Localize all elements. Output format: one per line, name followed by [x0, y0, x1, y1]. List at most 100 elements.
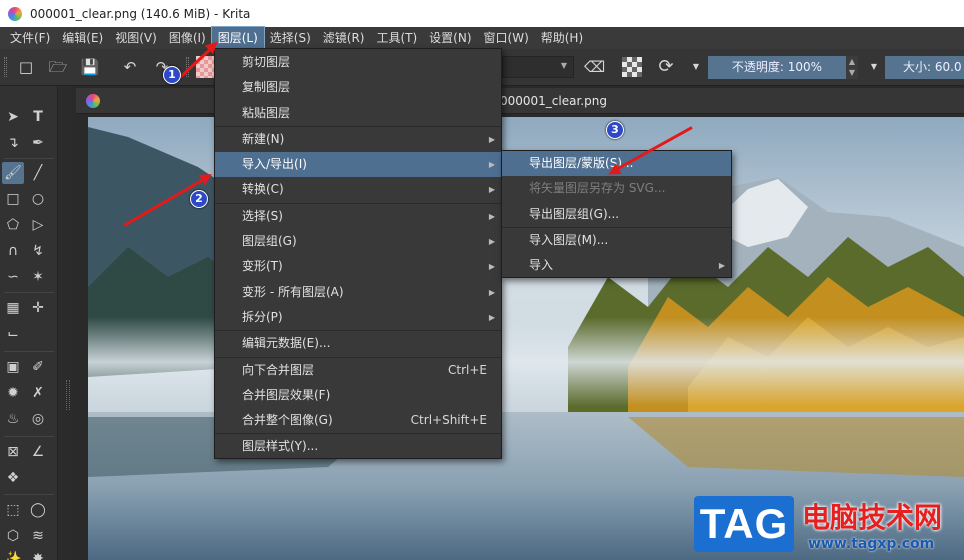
opacity-slider[interactable]: 不透明度: 100%	[708, 56, 846, 79]
submenu-arrow-icon: ▶	[488, 134, 495, 144]
transform-tool-icon[interactable]: ▦	[2, 297, 24, 319]
menu-item-layer-style[interactable]: 图层样式(Y)...	[215, 434, 501, 459]
menu-select[interactable]: 选择(S)	[264, 27, 317, 49]
measure-tool-icon[interactable]: ∠	[27, 441, 49, 463]
ellipse-select-icon[interactable]: ◯	[27, 499, 49, 521]
menu-item-label: 将矢量图层另存为 SVG...	[529, 181, 666, 196]
brush-size-slider[interactable]: 大小: 60.0	[885, 56, 964, 79]
menu-item-select[interactable]: 选择(S) ▶	[215, 204, 501, 229]
menu-item-transform-all[interactable]: 变形 - 所有图层(A) ▶	[215, 280, 501, 305]
text-tool-icon[interactable]: T	[27, 106, 49, 128]
menu-item-label: 向下合并图层	[242, 362, 315, 377]
polygon-tool-icon[interactable]: ⬠	[2, 214, 24, 236]
menu-item-group[interactable]: 图层组(G) ▶	[215, 229, 501, 254]
submenu-arrow-icon: ▶	[488, 185, 495, 195]
submenu-item-save-vector-svg: 将矢量图层另存为 SVG...	[502, 176, 731, 201]
menu-item-label: 编辑元数据(E)...	[242, 336, 331, 351]
smart-patch-icon[interactable]: ✹	[2, 382, 24, 404]
submenu-arrow-icon: ▶	[488, 312, 495, 322]
menu-filter[interactable]: 滤镜(R)	[317, 27, 371, 49]
crop-tool-icon[interactable]: ⌙	[2, 323, 24, 345]
color-picker-icon[interactable]: ✐	[27, 356, 49, 378]
undo-icon[interactable]: ↶	[120, 57, 140, 77]
toolbar-grip[interactable]	[4, 57, 7, 77]
menu-item-label: 剪切图层	[242, 55, 291, 69]
menu-item-label: 选择(S)	[242, 208, 283, 223]
open-folder-icon[interactable]: 🗁	[48, 57, 68, 77]
enclose-fill-icon[interactable]: ◎	[27, 408, 49, 430]
menu-item-cut-layer[interactable]: 剪切图层	[215, 50, 501, 75]
chevron-down-icon[interactable]: ▼	[864, 57, 884, 77]
menu-item-label: 导出图层组(G)...	[529, 206, 620, 221]
menu-edit[interactable]: 编辑(E)	[56, 27, 109, 49]
menu-item-label: 复制图层	[242, 80, 291, 95]
document-tab[interactable]: 000001_clear.png	[76, 88, 964, 114]
transparency-icon[interactable]	[622, 57, 642, 77]
contiguous-select-icon[interactable]: ✨	[2, 548, 24, 560]
menu-item-transform[interactable]: 变形(T) ▶	[215, 254, 501, 279]
chevron-down-icon[interactable]: ▼	[686, 57, 706, 77]
blend-mode-combo[interactable]: ▼	[502, 56, 574, 78]
menu-item-flatten-image[interactable]: 合并整个图像(G) Ctrl+Shift+E	[215, 408, 501, 433]
multibrush-icon[interactable]: ✶	[27, 266, 49, 288]
menu-item-shortcut: Ctrl+Shift+E	[410, 413, 487, 428]
edit-shapes-icon[interactable]: ↴	[2, 132, 24, 154]
save-icon[interactable]: 💾	[80, 57, 100, 77]
rectangle-tool-icon[interactable]: □	[2, 188, 24, 210]
window-title: 000001_clear.png (140.6 MiB) - Krita	[30, 6, 251, 21]
dynamic-brush-icon[interactable]: ∽	[2, 266, 24, 288]
menu-item-label: 导入	[529, 258, 554, 273]
menu-item-paste-layer[interactable]: 粘贴图层	[215, 101, 501, 126]
rect-select-icon[interactable]: ⬚	[2, 499, 24, 521]
freehand-select-icon[interactable]: ≋	[27, 525, 49, 547]
assistant-tool-icon[interactable]: ✗	[27, 382, 49, 404]
opacity-spinner[interactable]: ▲ ▼	[846, 56, 858, 79]
line-tool-icon[interactable]: ╱	[27, 162, 49, 184]
menu-item-edit-metadata[interactable]: 编辑元数据(E)...	[215, 331, 501, 356]
menu-help[interactable]: 帮助(H)	[535, 27, 589, 49]
submenu-item-export-group[interactable]: 导出图层组(G)...	[502, 202, 731, 227]
fill-tool-icon[interactable]: ♨	[2, 408, 24, 430]
dock-resize-handle[interactable]	[66, 380, 70, 410]
submenu-item-import-layer[interactable]: 导入图层(M)...	[502, 228, 731, 253]
similar-select-icon[interactable]: ✸	[27, 548, 49, 560]
move-tool-icon[interactable]: ✛	[27, 297, 49, 319]
menu-item-merge-down[interactable]: 向下合并图层 Ctrl+E	[215, 358, 501, 383]
menu-item-split[interactable]: 拆分(P) ▶	[215, 305, 501, 330]
polygon-select-icon[interactable]: ⬡	[2, 525, 24, 547]
menu-tools[interactable]: 工具(T)	[370, 27, 423, 49]
reference-pin-icon[interactable]: ❖	[2, 467, 24, 489]
menu-item-convert[interactable]: 转换(C) ▶	[215, 177, 501, 202]
menu-item-label: 导入图层(M)...	[529, 232, 609, 247]
new-document-icon[interactable]: □	[16, 57, 36, 77]
polyline-tool-icon[interactable]: ▷	[27, 214, 49, 236]
eraser-icon[interactable]: ⌫	[584, 57, 605, 77]
submenu-item-import[interactable]: 导入 ▶	[502, 253, 731, 278]
select-shapes-icon[interactable]: ➤	[2, 106, 24, 128]
gradient-tool-icon[interactable]: ▣	[2, 356, 24, 378]
krita-logo-icon	[8, 6, 22, 21]
menu-file[interactable]: 文件(F)	[4, 27, 56, 49]
ellipse-tool-icon[interactable]: ○	[27, 188, 49, 210]
menu-item-label: 合并整个图像(G)	[242, 413, 333, 428]
menu-item-new[interactable]: 新建(N) ▶	[215, 127, 501, 152]
menu-item-label: 变形(T)	[242, 259, 283, 274]
menu-settings[interactable]: 设置(N)	[423, 27, 477, 49]
step-badge: 3	[606, 121, 624, 139]
bezier-tool-icon[interactable]: ∩	[2, 240, 24, 262]
menu-item-merge-effects[interactable]: 合并图层效果(F)	[215, 383, 501, 408]
menu-window[interactable]: 窗口(W)	[478, 27, 535, 49]
freehand-brush-icon[interactable]: 🖌	[2, 162, 24, 184]
menu-item-import-export[interactable]: 导入/导出(I) ▶	[215, 152, 501, 178]
menu-bar: 文件(F) 编辑(E) 视图(V) 图像(I) 图层(L) 选择(S) 滤镜(R…	[0, 26, 964, 50]
menu-view[interactable]: 视图(V)	[109, 27, 163, 49]
menu-item-label: 转换(C)	[242, 182, 284, 197]
toolbox: ➤ T ↴ ✒ 🖌 ╱ □ ○ ⬠ ▷ ∩ ↯ ∽ ✶ ▦ ✛ ⌙ ▣ ✐ ✹ …	[0, 86, 58, 560]
calligraphy-icon[interactable]: ✒	[27, 132, 49, 154]
reload-preset-icon[interactable]: ⟳	[656, 57, 676, 77]
menu-item-label: 图层样式(Y)...	[242, 439, 319, 454]
freehand-path-icon[interactable]: ↯	[27, 240, 49, 262]
menu-item-copy-layer[interactable]: 复制图层	[215, 75, 501, 100]
menu-item-label: 新建(N)	[242, 131, 285, 146]
perspective-grid-icon[interactable]: ⊠	[2, 441, 24, 463]
